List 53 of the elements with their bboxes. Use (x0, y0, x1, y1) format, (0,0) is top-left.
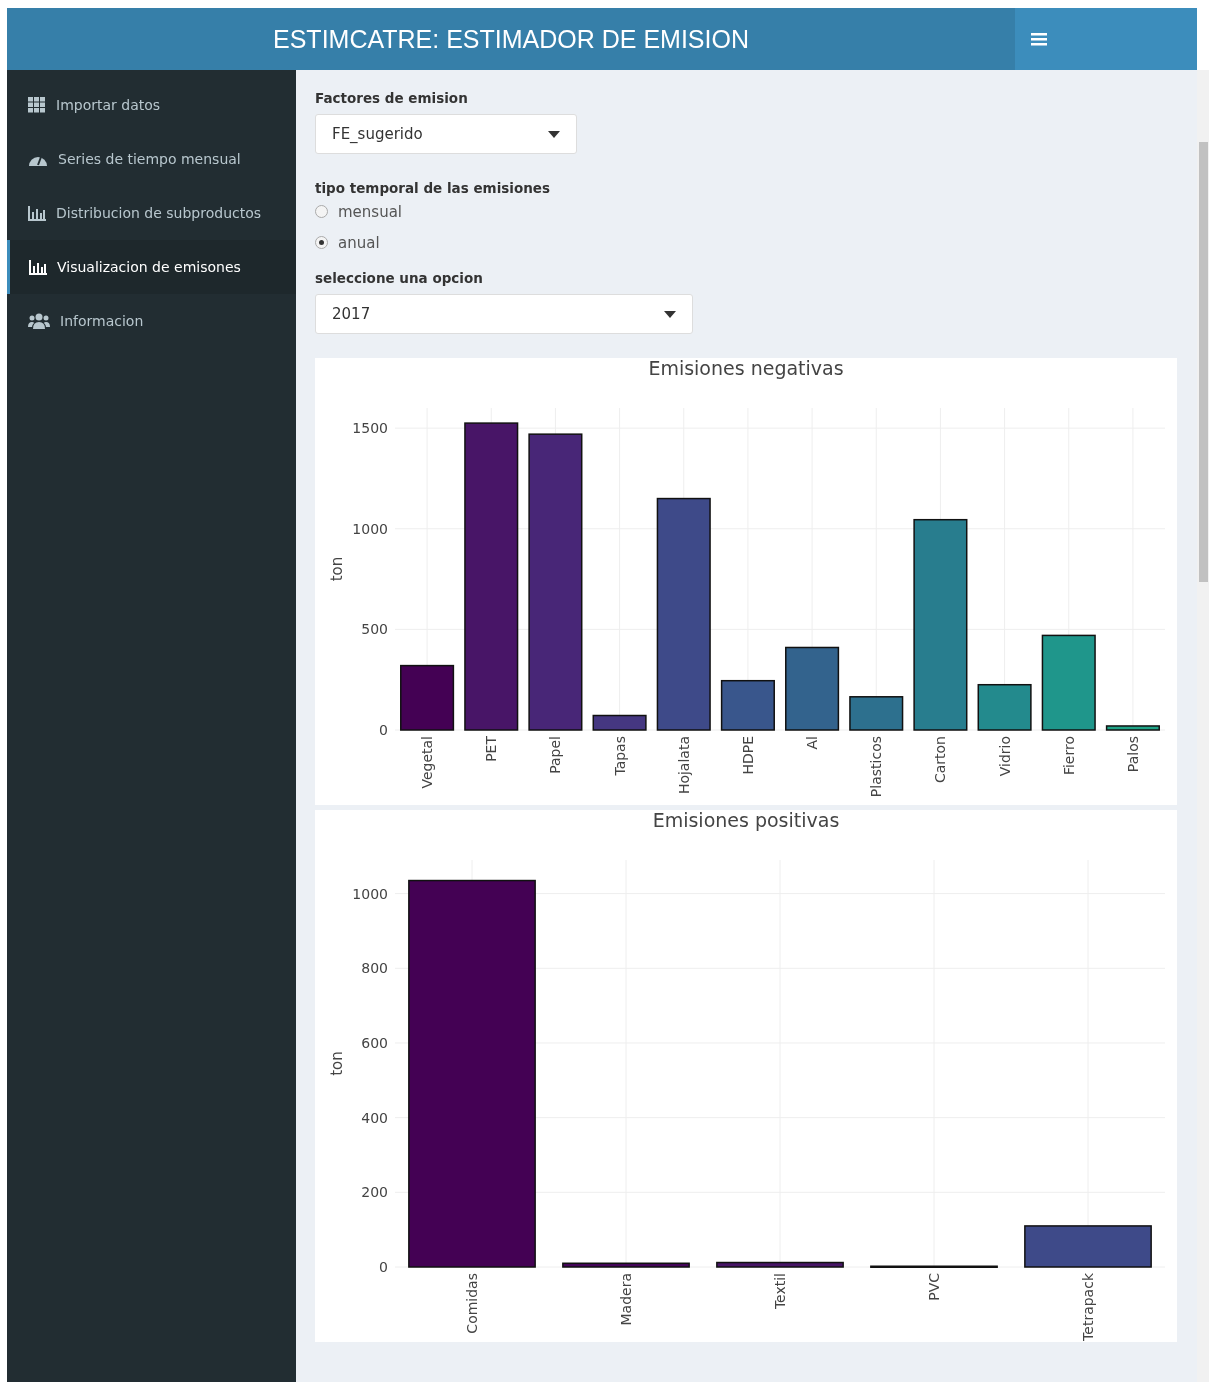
bar-chart-icon (28, 205, 46, 221)
category-label: Fierro (1060, 736, 1077, 776)
tick-label: 800 (361, 960, 388, 977)
category-label: Madera (618, 1273, 634, 1326)
bar-chart-icon (29, 259, 47, 275)
sidebar-item[interactable]: Importar datos (7, 78, 296, 132)
radio-button[interactable] (315, 205, 328, 218)
grid-icon (28, 97, 46, 113)
app-title: ESTIMCATRE: ESTIMADOR DE EMISION (273, 24, 749, 54)
tick-label: 0 (379, 1259, 388, 1275)
tick-label: 600 (361, 1034, 388, 1051)
menu-icon[interactable] (1031, 32, 1047, 46)
tick-label: 400 (361, 1109, 388, 1126)
axis-label: ton (328, 556, 346, 582)
chart-title: Emisiones positivas (652, 810, 840, 831)
category-label: Textil (772, 1273, 788, 1310)
tick-label: 500 (361, 621, 388, 638)
field-label: Factores de emision (315, 90, 469, 106)
category-label: Plasticos (868, 736, 885, 798)
category-label: PVC (926, 1273, 942, 1301)
tick-label: 1000 (352, 885, 388, 902)
users-icon (28, 313, 50, 329)
sidebar-item[interactable]: Series de tiempo mensual (7, 132, 296, 186)
category-label: Carton (932, 736, 949, 784)
field-label: tipo temporal de las emisiones (315, 180, 551, 196)
category-label: Vegetal (419, 736, 436, 789)
sidebar-item[interactable]: Visualizacion de emisones (7, 240, 296, 294)
select-field[interactable]: 2017 (315, 294, 693, 334)
radio-option[interactable]: mensual (315, 196, 1178, 227)
category-label: Tetrapack (1080, 1273, 1096, 1341)
category-label: Hojalata (675, 736, 692, 795)
tick-label: 1500 (352, 420, 388, 437)
category-label: Palos (1124, 736, 1141, 773)
category-label: Tapas (611, 736, 628, 776)
category-label: PET (483, 736, 500, 762)
category-label: HDPE (739, 736, 756, 775)
caret-icon (664, 310, 676, 318)
caret-icon (548, 130, 560, 138)
chart-title: Emisiones negativas (648, 358, 844, 379)
select-field[interactable]: FE_sugerido (315, 114, 577, 154)
category-label: Papel (547, 736, 564, 774)
radio-button[interactable] (315, 236, 328, 249)
field-label: seleccione una opcion (315, 270, 484, 286)
sidebar-item[interactable]: Distribucion de subproductos (7, 186, 296, 240)
sidebar-item[interactable]: Informacion (7, 294, 296, 348)
axis-label: ton (328, 1051, 346, 1076)
category-label: Vidrio (996, 736, 1013, 777)
category-label: Comidas (464, 1273, 480, 1334)
tick-label: 0 (379, 722, 388, 738)
tick-label: 200 (361, 1184, 388, 1201)
tick-label: 1000 (352, 520, 388, 537)
radio-option[interactable]: anual (315, 227, 1178, 258)
category-label: Al (804, 736, 821, 750)
